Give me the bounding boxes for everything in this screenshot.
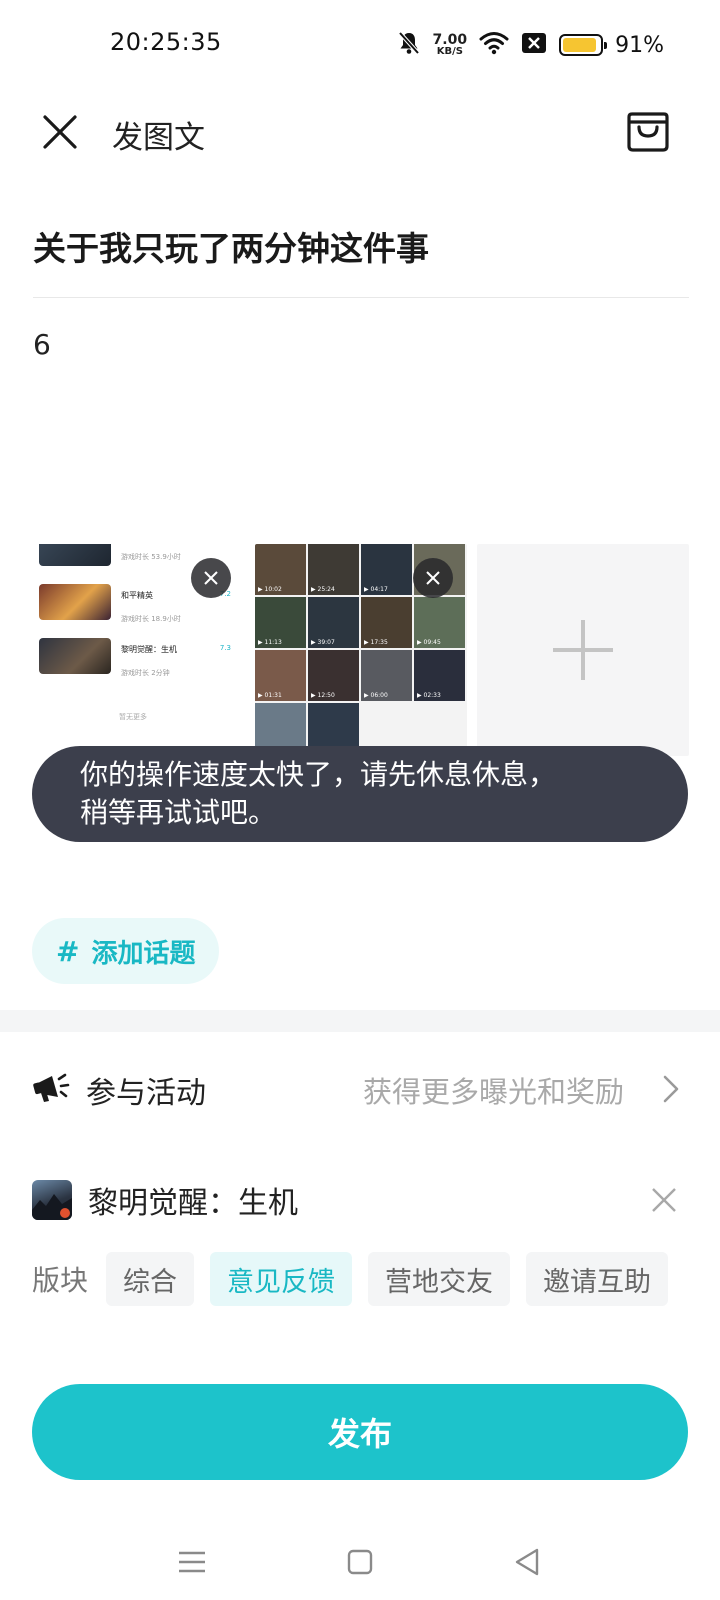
toast-line-2: 稍等再试试吧。 bbox=[80, 796, 277, 829]
join-activity-row[interactable]: 参与活动 获得更多曝光和奖励 bbox=[32, 1060, 688, 1120]
drafts-button[interactable] bbox=[626, 108, 670, 154]
video-duration: ▶ 01:31 bbox=[258, 692, 282, 699]
wifi-icon bbox=[479, 31, 509, 59]
video-thumbnail: ▶ 11:13 bbox=[255, 597, 306, 648]
status-icons: 7.00 KB/S 91% bbox=[397, 30, 664, 60]
no-sim-icon bbox=[521, 32, 547, 58]
video-duration: ▶ 39:07 bbox=[311, 639, 335, 646]
game-app-icon bbox=[32, 1180, 72, 1220]
chevron-right-icon bbox=[662, 1074, 680, 1108]
game-cover-image bbox=[39, 584, 111, 620]
video-duration: ▶ 11:13 bbox=[258, 639, 282, 646]
header: 发图文 bbox=[0, 92, 720, 176]
video-thumbnail: ▶ 06:00 bbox=[361, 650, 412, 701]
game-name: 和平精英 bbox=[121, 591, 153, 600]
battery-percent: 91% bbox=[615, 32, 664, 58]
section-chip[interactable]: 邀请互助 bbox=[526, 1252, 669, 1306]
video-thumbnail: ▶ 02:33 bbox=[414, 650, 465, 701]
image-attachments: 游戏时长 53.9小时 和平精英 游戏时长 18.9小时 7.2 黎明觉醒：生机… bbox=[33, 544, 689, 756]
list-item: 黎明觉醒：生机 游戏时长 2分钟 7.3 bbox=[39, 638, 239, 678]
status-time: 20:25:35 bbox=[110, 28, 222, 56]
no-more-text: 暂无更多 bbox=[119, 713, 147, 721]
toast-message: 你的操作速度太快了，请先休息休息， 稍等再试试吧。 bbox=[32, 746, 688, 842]
post-title-input[interactable]: 关于我只玩了两分钟这件事 bbox=[33, 222, 429, 270]
play-time: 游戏时长 18.9小时 bbox=[121, 615, 181, 623]
image-thumbnail[interactable]: ▶ 02:33 ▶ 06:00 ▶ 12:50 ▶ 01:31 ▶ 09:45 ▶ 17:… bbox=[255, 544, 467, 756]
activity-label: 参与活动 bbox=[86, 1076, 206, 1111]
section-chip[interactable]: 综合 bbox=[106, 1252, 195, 1306]
network-speed: 7.00 KB/S bbox=[433, 33, 468, 57]
remove-image-button[interactable] bbox=[413, 558, 453, 598]
close-icon bbox=[652, 1188, 676, 1212]
video-thumbnail: ▶ 09:45 bbox=[414, 597, 465, 648]
page-title: 发图文 bbox=[112, 120, 205, 156]
drafts-box-icon bbox=[627, 112, 669, 152]
hashtag-icon: # bbox=[56, 934, 80, 968]
post-body-input[interactable]: 6 bbox=[33, 328, 51, 361]
close-button[interactable] bbox=[40, 112, 80, 152]
menu-nav-button[interactable] bbox=[174, 1544, 210, 1580]
video-thumbnail: ▶ 01:31 bbox=[255, 650, 306, 701]
activity-hint: 获得更多曝光和奖励 bbox=[362, 1075, 624, 1109]
section-label: 版块 bbox=[32, 1264, 89, 1297]
section-divider bbox=[0, 1010, 720, 1032]
back-triangle-icon bbox=[515, 1548, 539, 1576]
video-thumbnail: ▶ 04:17 bbox=[361, 544, 412, 595]
video-duration: ▶ 10:02 bbox=[258, 586, 282, 593]
battery-icon bbox=[559, 34, 608, 56]
home-nav-button[interactable] bbox=[342, 1544, 378, 1580]
section-selector: 版块 综合 意见反馈 营地交友 邀请互助 bbox=[32, 1252, 669, 1306]
close-icon bbox=[204, 571, 218, 585]
game-name: 黎明觉醒：生机 bbox=[88, 1186, 298, 1221]
section-chip-selected[interactable]: 意见反馈 bbox=[210, 1252, 353, 1306]
video-duration: ▶ 04:17 bbox=[364, 586, 388, 593]
back-nav-button[interactable] bbox=[510, 1544, 546, 1580]
close-icon bbox=[43, 115, 77, 149]
video-thumbnail: ▶ 25:24 bbox=[308, 544, 359, 595]
add-topic-button[interactable]: # 添加话题 bbox=[32, 918, 220, 984]
game-score: 7.3 bbox=[219, 644, 231, 652]
publish-button[interactable]: 发布 bbox=[32, 1384, 688, 1480]
play-time: 游戏时长 53.9小时 bbox=[121, 553, 181, 561]
close-icon bbox=[426, 571, 440, 585]
toast-line-1: 你的操作速度太快了，请先休息休息， bbox=[80, 758, 557, 791]
section-chip[interactable]: 营地交友 bbox=[368, 1252, 511, 1306]
video-thumbnail: ▶ 12:50 bbox=[308, 650, 359, 701]
battery-level bbox=[563, 38, 596, 52]
video-thumbnail: ▶ 39:07 bbox=[308, 597, 359, 648]
menu-icon bbox=[179, 1551, 205, 1573]
home-square-icon bbox=[347, 1549, 373, 1575]
video-thumbnail: ▶ 17:35 bbox=[361, 597, 412, 648]
selected-game-row[interactable]: 黎明觉醒：生机 bbox=[32, 1170, 688, 1230]
game-cover-image bbox=[39, 638, 111, 674]
video-duration: ▶ 09:45 bbox=[417, 639, 441, 646]
video-duration: ▶ 06:00 bbox=[364, 692, 388, 699]
video-duration: ▶ 25:24 bbox=[311, 586, 335, 593]
system-nav-bar bbox=[0, 1530, 720, 1600]
title-divider bbox=[33, 297, 689, 298]
add-image-button[interactable] bbox=[477, 544, 689, 756]
remove-game-button[interactable] bbox=[650, 1186, 678, 1218]
image-thumbnail[interactable]: 游戏时长 53.9小时 和平精英 游戏时长 18.9小时 7.2 黎明觉醒：生机… bbox=[33, 544, 245, 756]
remove-image-button[interactable] bbox=[191, 558, 231, 598]
add-topic-label: 添加话题 bbox=[91, 938, 196, 969]
video-thumbnail: ▶ 10:02 bbox=[255, 544, 306, 595]
game-cover-image bbox=[39, 544, 111, 566]
game-name: 黎明觉醒：生机 bbox=[121, 645, 177, 654]
plus-icon bbox=[553, 620, 613, 680]
network-speed-value: 7.00 bbox=[432, 32, 468, 48]
megaphone-icon bbox=[32, 1069, 70, 1111]
mute-icon bbox=[397, 30, 421, 60]
play-time: 游戏时长 2分钟 bbox=[121, 669, 170, 677]
network-speed-unit: KB/S bbox=[436, 46, 463, 57]
video-duration: ▶ 12:50 bbox=[311, 692, 335, 699]
status-bar: 20:25:35 7.00 KB/S 91% bbox=[0, 0, 720, 92]
video-duration: ▶ 17:35 bbox=[364, 639, 388, 646]
video-duration: ▶ 02:33 bbox=[417, 692, 441, 699]
